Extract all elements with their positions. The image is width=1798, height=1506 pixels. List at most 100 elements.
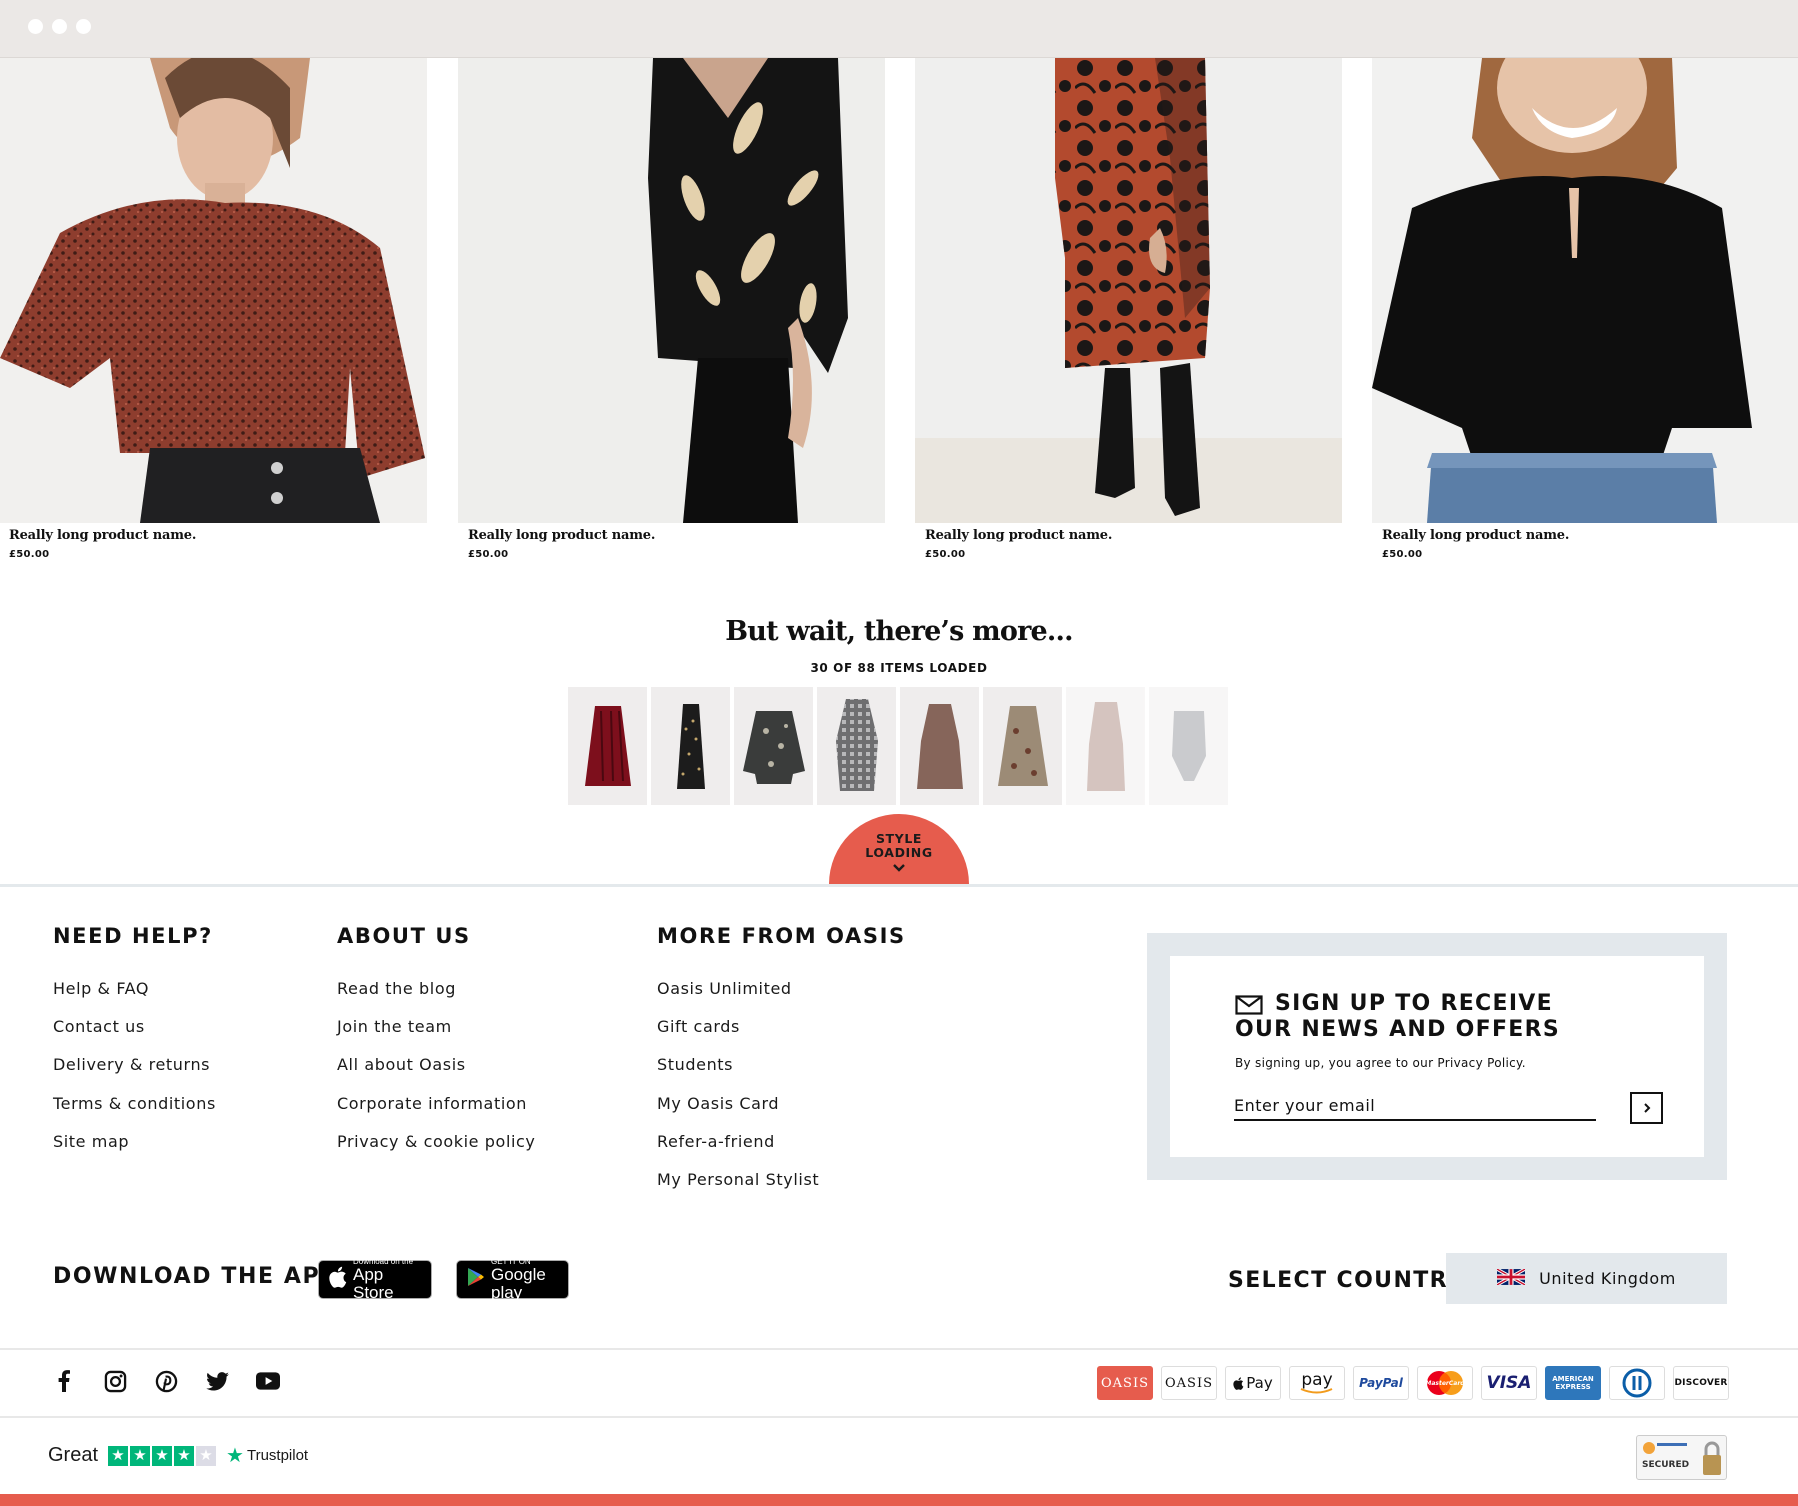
- product-name[interactable]: Really long product name.: [468, 528, 885, 543]
- product-card-3[interactable]: Really long product name. £50.00: [915, 58, 1342, 560]
- trustpilot-stars: ★ ★ ★ ★ ★: [108, 1445, 217, 1466]
- need-help-column: NEED HELP? Help & FAQ Contact us Deliver…: [53, 924, 216, 1170]
- google-play-button[interactable]: GET IT ON Google play: [456, 1257, 569, 1302]
- link-all-about-oasis[interactable]: All about Oasis: [337, 1055, 536, 1093]
- bottom-accent-bar: [0, 1494, 1798, 1506]
- floral-shirt-dress-thumbnail[interactable]: [1066, 687, 1145, 805]
- diners-club-icon: [1609, 1366, 1665, 1400]
- metallic-wrap-dress-thumbnail[interactable]: [817, 687, 896, 805]
- sequin-slip-dress-thumbnail[interactable]: [651, 687, 730, 805]
- instagram-icon[interactable]: [103, 1369, 127, 1393]
- oasis-store-card-icon: OASIS: [1161, 1366, 1217, 1400]
- paypal-label: PayPal: [1359, 1376, 1403, 1390]
- paypal-icon: PayPal: [1353, 1366, 1409, 1400]
- newsletter-panel: SIGN UP TO RECEIVE OUR NEWS AND OFFERS B…: [1147, 933, 1727, 1180]
- items-loaded-count: 30 OF 88 ITEMS LOADED: [810, 661, 988, 675]
- oasis-card-label: OASIS: [1101, 1375, 1149, 1391]
- amex-icon: AMERICAN EXPRESS: [1545, 1366, 1601, 1400]
- country-select[interactable]: United Kingdom: [1446, 1253, 1727, 1304]
- black-chiffon-blouse-photo[interactable]: [1372, 58, 1798, 523]
- discover-label: DISCOVER: [1674, 1378, 1728, 1388]
- newsletter-title-line1: SIGN UP TO RECEIVE: [1275, 991, 1553, 1016]
- twitter-icon[interactable]: [205, 1369, 229, 1393]
- link-corporate-information[interactable]: Corporate information: [337, 1094, 536, 1132]
- product-card-1[interactable]: Really long product name. £50.00: [0, 58, 427, 560]
- amazon-pay-label: pay: [1301, 1370, 1333, 1390]
- loading-thumbnails: [568, 687, 1228, 805]
- link-site-map[interactable]: Site map: [53, 1132, 216, 1170]
- newsletter-title-line2: OUR NEWS AND OFFERS: [1235, 1017, 1561, 1042]
- product-price: £50.00: [9, 549, 50, 560]
- link-gift-cards[interactable]: Gift cards: [657, 1017, 906, 1055]
- footer-divider: [0, 884, 1798, 887]
- style-loading-line1: STYLE: [875, 831, 923, 846]
- trustpilot-brand-label: Trustpilot: [246, 1447, 309, 1464]
- link-help-faq[interactable]: Help & FAQ: [53, 979, 216, 1017]
- amex-label: AMERICAN EXPRESS: [1552, 1375, 1594, 1391]
- window-dot-minimize[interactable]: [52, 19, 67, 34]
- product-price: £50.00: [1382, 549, 1423, 560]
- link-delivery-returns[interactable]: Delivery & returns: [53, 1055, 216, 1093]
- link-join-team[interactable]: Join the team: [337, 1017, 536, 1055]
- patterned-blouse-photo[interactable]: [0, 58, 427, 523]
- pinterest-icon[interactable]: [154, 1369, 178, 1393]
- floral-midi-skirt-thumbnail[interactable]: [983, 687, 1062, 805]
- youtube-icon[interactable]: [256, 1369, 280, 1393]
- link-oasis-unlimited[interactable]: Oasis Unlimited: [657, 979, 906, 1017]
- mastercard-label: MasterCard: [1425, 1379, 1465, 1387]
- link-read-blog[interactable]: Read the blog: [337, 979, 536, 1017]
- product-card-4[interactable]: Really long product name. £50.00: [1372, 58, 1798, 560]
- newsletter-heading: SIGN UP TO RECEIVE OUR NEWS AND OFFERS: [1235, 991, 1560, 1043]
- link-privacy-cookie[interactable]: Privacy & cookie policy: [337, 1132, 536, 1170]
- product-name[interactable]: Really long product name.: [9, 528, 427, 543]
- black-embellished-jumper-photo[interactable]: [458, 58, 885, 523]
- apple-pay-icon: Pay: [1225, 1366, 1281, 1400]
- select-country-label: SELECT COUNTRY:: [1228, 1268, 1473, 1293]
- app-store-button[interactable]: Download on the App Store: [318, 1257, 432, 1302]
- window-dot-maximize[interactable]: [76, 19, 91, 34]
- link-refer-a-friend[interactable]: Refer-a-friend: [657, 1132, 906, 1170]
- link-personal-stylist[interactable]: My Personal Stylist: [657, 1170, 906, 1208]
- link-contact-us[interactable]: Contact us: [53, 1017, 216, 1055]
- window-dot-close[interactable]: [28, 19, 43, 34]
- oasis-store-card-label: OASIS: [1165, 1375, 1213, 1391]
- trustpilot-brand: ★ Trustpilot: [226, 1443, 308, 1468]
- red-velvet-skirt-thumbnail[interactable]: [568, 687, 647, 805]
- product-price: £50.00: [468, 549, 509, 560]
- product-price: £50.00: [925, 549, 966, 560]
- style-loading-button[interactable]: STYLE LOADING: [829, 814, 969, 884]
- product-name[interactable]: Really long product name.: [925, 528, 1342, 543]
- footer-divider-2: [0, 1348, 1798, 1350]
- geotrust-secured-badge[interactable]: SECURED: [1636, 1435, 1727, 1480]
- google-play-name: Google play: [491, 1265, 546, 1302]
- uk-flag-icon: [1496, 1267, 1526, 1289]
- newsletter-card: SIGN UP TO RECEIVE OUR NEWS AND OFFERS B…: [1170, 956, 1704, 1157]
- trustpilot-star-icon: ★: [226, 1445, 244, 1467]
- product-card-2[interactable]: Really long product name. £50.00: [458, 58, 885, 560]
- apple-icon: [329, 1266, 347, 1293]
- grey-bodysuit-thumbnail[interactable]: [1149, 687, 1228, 805]
- visa-label: VISA: [1486, 1373, 1532, 1393]
- app-store-name: App Store: [353, 1265, 394, 1302]
- product-name[interactable]: Really long product name.: [1382, 528, 1798, 543]
- apple-pay-label: Pay: [1246, 1374, 1273, 1392]
- oasis-card-icon: OASIS: [1097, 1366, 1153, 1400]
- facebook-icon[interactable]: [52, 1369, 76, 1393]
- about-us-title: ABOUT US: [337, 924, 471, 948]
- mastercard-icon: MasterCard: [1417, 1366, 1473, 1400]
- payment-methods: OASIS OASIS Pay pay PayPal MasterCard VI…: [1097, 1366, 1729, 1400]
- selected-country: United Kingdom: [1539, 1269, 1676, 1288]
- printed-jacket-thumbnail[interactable]: [734, 687, 813, 805]
- trustpilot-widget[interactable]: Great ★ ★ ★ ★ ★ ★ Trustpilot: [48, 1443, 308, 1468]
- brown-tea-dress-thumbnail[interactable]: [900, 687, 979, 805]
- link-terms-conditions[interactable]: Terms & conditions: [53, 1094, 216, 1132]
- chevron-down-icon: [829, 861, 969, 875]
- chevron-right-icon: [1643, 1103, 1650, 1113]
- floral-midi-dress-photo[interactable]: [915, 58, 1342, 523]
- star-empty-icon: ★: [196, 1445, 217, 1466]
- visa-icon: VISA: [1481, 1366, 1537, 1400]
- link-my-oasis-card[interactable]: My Oasis Card: [657, 1094, 906, 1132]
- newsletter-submit-button[interactable]: [1630, 1092, 1663, 1124]
- link-students[interactable]: Students: [657, 1055, 906, 1093]
- email-field[interactable]: [1234, 1091, 1596, 1121]
